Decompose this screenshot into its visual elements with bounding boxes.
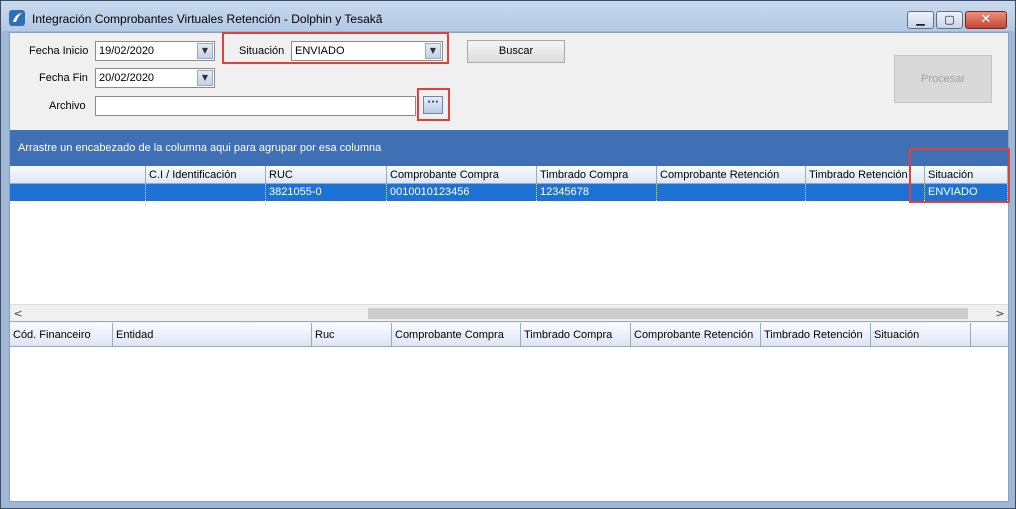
chevron-down-icon[interactable]: ▼ <box>197 43 213 59</box>
column-header-ruc[interactable]: Ruc <box>312 323 392 347</box>
fecha-inicio-label: Fecha Inicio <box>29 45 89 57</box>
buscar-button[interactable]: Buscar <box>467 40 565 63</box>
chevron-down-icon[interactable]: ▼ <box>197 70 213 86</box>
column-header-comprobante-retencion[interactable]: Comprobante Retención <box>631 323 761 347</box>
group-by-hint: Arrastre un encabezado de la columna aqu… <box>18 142 382 154</box>
cell-comprobante-compra: 0010010123456 <box>387 184 537 201</box>
column-header-timbrado-compra[interactable]: Timbrado Compra <box>537 166 657 184</box>
column-header-ruc[interactable]: RUC <box>266 166 387 184</box>
horizontal-scrollbar[interactable]: < > <box>10 304 1008 321</box>
close-button[interactable]: ✕ <box>965 11 1007 29</box>
cell-timbrado-compra: 12345678 <box>537 184 657 201</box>
cell-ruc: 3821055-0 <box>266 184 387 201</box>
app-icon <box>9 10 25 26</box>
situacion-value: ENVIADO <box>295 45 345 57</box>
situacion-label: Situación <box>239 45 285 57</box>
fecha-fin-label: Fecha Fin <box>39 72 88 84</box>
grid-header: C.I / Identificación RUC Comprobante Com… <box>10 166 1008 184</box>
fecha-inicio-value: 19/02/2020 <box>99 45 155 57</box>
column-header-situacion[interactable]: Situación <box>925 166 1008 184</box>
column-header-comprobante-compra[interactable]: Comprobante Compra <box>387 166 537 184</box>
main-window: Integración Comprobantes Virtuales Reten… <box>0 0 1016 509</box>
maximize-icon: ▢ <box>944 13 955 26</box>
column-header[interactable] <box>10 166 146 184</box>
chevron-down-icon[interactable]: ▼ <box>425 43 441 59</box>
procesar-button[interactable]: Procesar <box>894 55 992 103</box>
close-icon: ✕ <box>980 12 992 27</box>
cell-ci <box>146 184 266 201</box>
title-bar[interactable]: Integración Comprobantes Virtuales Reten… <box>1 1 1015 31</box>
client-area: Fecha Inicio 19/02/2020 ▼ Situación ENVI… <box>9 32 1010 502</box>
group-by-panel[interactable]: Arrastre un encabezado de la columna aqu… <box>10 130 1008 166</box>
browse-button[interactable]: ··· <box>423 96 443 114</box>
maximize-button[interactable]: ▢ <box>936 11 963 29</box>
cell-situacion: ENVIADO <box>925 184 1008 201</box>
window-title: Integración Comprobantes Virtuales Reten… <box>32 12 383 26</box>
fecha-fin-value: 20/02/2020 <box>99 72 155 84</box>
cell-timbrado-retencion <box>806 184 925 201</box>
column-header-timbrado-compra[interactable]: Timbrado Compra <box>521 323 631 347</box>
column-header-situacion[interactable]: Situación <box>871 323 971 347</box>
fecha-inicio-picker[interactable]: 19/02/2020 ▼ <box>95 41 215 61</box>
fecha-fin-picker[interactable]: 20/02/2020 ▼ <box>95 68 215 88</box>
minimize-icon: ▁ <box>916 13 925 26</box>
column-header-comprobante-compra[interactable]: Comprobante Compra <box>392 323 521 347</box>
cell <box>10 184 146 201</box>
scroll-thumb[interactable] <box>368 308 968 319</box>
grid-header: Cód. Financeiro Entidad Ruc Comprobante … <box>10 323 1008 347</box>
scroll-right-icon[interactable]: > <box>992 306 1008 321</box>
column-header-cod-financeiro[interactable]: Cód. Financeiro <box>10 323 113 347</box>
retenciones-grid[interactable]: C.I / Identificación RUC Comprobante Com… <box>10 166 1008 322</box>
column-header-timbrado-retencion[interactable]: Timbrado Retención <box>761 323 871 347</box>
cell-comprobante-retencion <box>657 184 806 201</box>
archivo-label: Archivo <box>49 100 86 112</box>
minimize-button[interactable]: ▁ <box>907 11 934 29</box>
table-row[interactable]: 3821055-0 0010010123456 12345678 ENVIADO <box>10 184 1008 201</box>
column-header-timbrado-retencion[interactable]: Timbrado Retención <box>806 166 925 184</box>
column-header-entidad[interactable]: Entidad <box>113 323 312 347</box>
column-header-comprobante-retencion[interactable]: Comprobante Retención <box>657 166 806 184</box>
archivo-input[interactable] <box>95 96 416 116</box>
situacion-select[interactable]: ENVIADO ▼ <box>291 41 443 61</box>
column-header-ci[interactable]: C.I / Identificación <box>146 166 266 184</box>
scroll-left-icon[interactable]: < <box>10 306 26 321</box>
financiero-grid[interactable]: Cód. Financeiro Entidad Ruc Comprobante … <box>10 323 1008 501</box>
